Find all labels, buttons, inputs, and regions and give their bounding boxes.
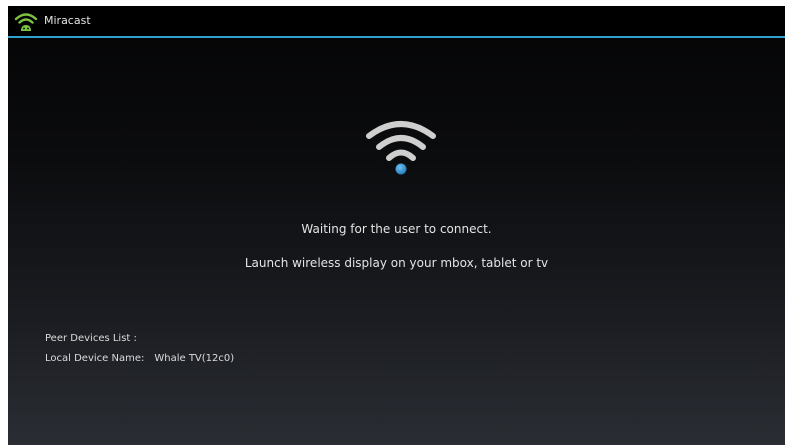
peer-devices-list-label: Peer Devices List : [45, 333, 137, 344]
miracast-screen: Miracast Waiting for the user to connect… [8, 6, 785, 445]
android-wifi-icon [14, 13, 38, 31]
local-device-name-row: Local Device Name: Whale TV(12c0) [45, 352, 234, 366]
waiting-message: Waiting for the user to connect. [301, 222, 492, 236]
action-bar: Miracast [8, 6, 785, 38]
app-title: Miracast [44, 14, 91, 27]
wifi-signal-icon [366, 121, 436, 175]
local-device-name-label: Local Device Name: [45, 353, 145, 364]
local-device-name-value: Whale TV(12c0) [154, 353, 235, 364]
instruction-message: Launch wireless display on your mbox, ta… [244, 256, 549, 270]
